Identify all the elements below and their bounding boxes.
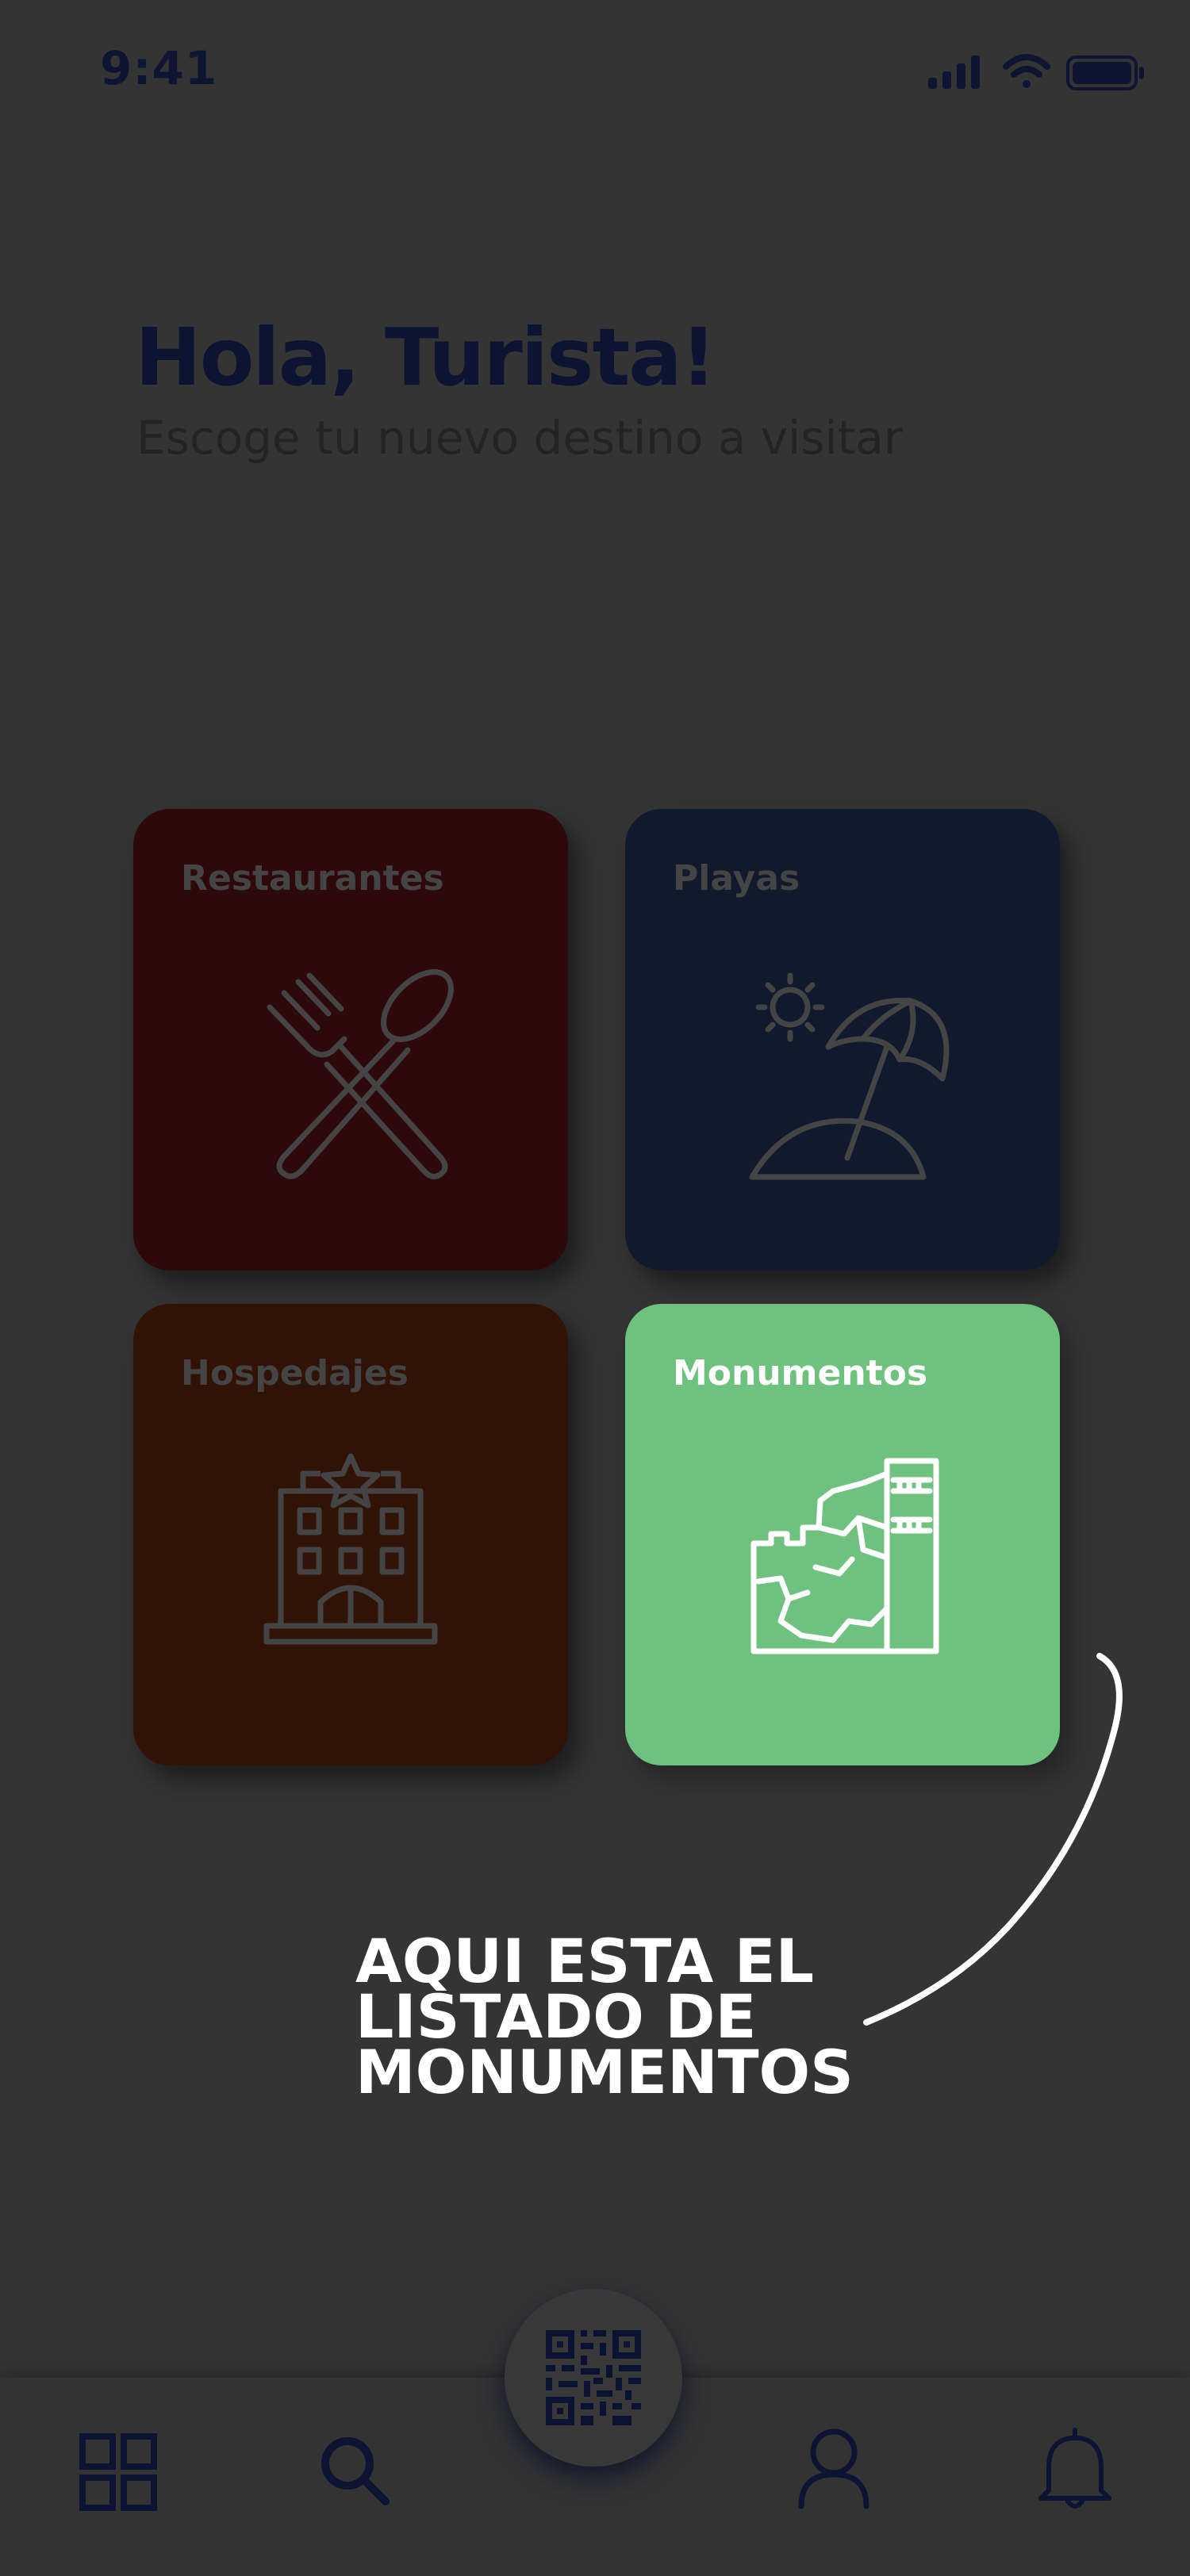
search-icon[interactable] — [313, 2428, 400, 2516]
beach-umbrella-icon — [749, 972, 950, 1180]
status-bar: 9:41 — [0, 0, 1190, 143]
battery-icon — [1066, 56, 1144, 90]
signal-icon — [928, 56, 980, 89]
wifi-icon — [1003, 54, 1050, 88]
greeting-subtitle: Escoge tu nuevo destino a visitar — [136, 411, 903, 465]
annotation-arrow — [863, 1653, 1123, 2026]
grid-icon[interactable] — [75, 2428, 162, 2516]
status-time: 9:41 — [100, 41, 218, 95]
category-tile-hospedajes[interactable]: Hospedajes — [133, 1304, 568, 1765]
status-icons — [928, 54, 1144, 90]
hotel-icon — [263, 1453, 438, 1645]
category-tile-playas[interactable]: Playas — [625, 809, 1060, 1271]
annotation-text: AQUI ESTA EL LISTADO DE MONUMENTOS — [355, 1931, 911, 2107]
user-icon[interactable] — [790, 2424, 877, 2511]
qr-code-icon — [546, 2330, 641, 2425]
category-tile-restaurantes[interactable]: Restaurantes — [133, 809, 568, 1271]
greeting-title: Hola, Turista! — [135, 311, 716, 404]
qr-scan-button[interactable] — [505, 2289, 682, 2467]
bell-icon[interactable] — [1031, 2424, 1119, 2511]
fork-spoon-icon — [267, 969, 454, 1179]
annotation-line: MONUMENTOS — [355, 2036, 854, 2107]
